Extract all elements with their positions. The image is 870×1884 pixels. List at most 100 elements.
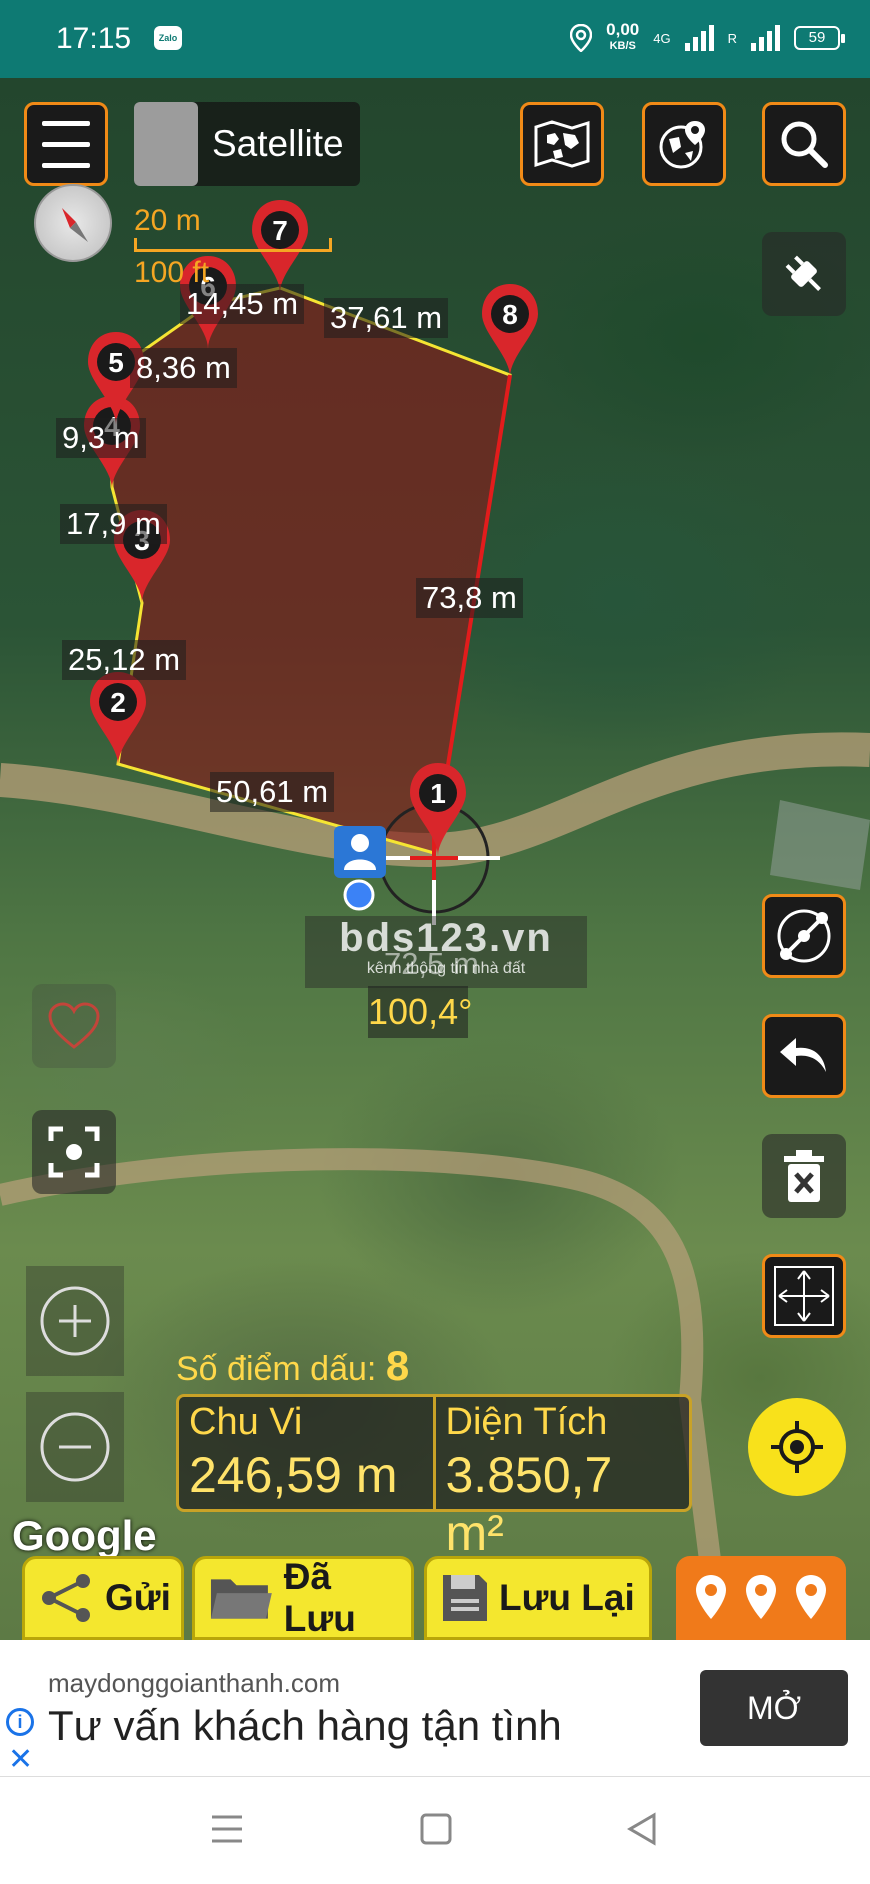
signal-icon: [684, 25, 714, 51]
focus-button[interactable]: [32, 1110, 116, 1194]
network-speed-value: 0,00: [606, 20, 640, 39]
folded-map-icon: [534, 120, 590, 168]
network-speed: 0,00 KB/S: [606, 20, 640, 54]
marker-5-label: 5: [108, 347, 124, 378]
point-count-value: 8: [385, 1342, 410, 1389]
save-label: Lưu Lại: [499, 1577, 635, 1618]
my-location-button[interactable]: [748, 1398, 846, 1496]
favorite-button[interactable]: [32, 984, 116, 1068]
save-button[interactable]: Lưu Lại: [424, 1556, 652, 1640]
system-nav-bar: [0, 1776, 870, 1884]
zoom-in-button[interactable]: [26, 1266, 124, 1376]
plug-icon: [785, 255, 821, 291]
segment-label-5-6: 8,36 m: [130, 348, 237, 388]
segment-label-3-4: 17,9 m: [60, 504, 167, 544]
roaming-indicator: R: [727, 30, 737, 46]
nav-icons: [212, 1812, 656, 1846]
scale-bar: [134, 238, 332, 252]
share-icon: [42, 1574, 90, 1622]
network-speed-unit: KB/S: [609, 40, 636, 52]
perimeter-value: 246,59 m: [189, 1447, 398, 1503]
markers-button[interactable]: [676, 1556, 846, 1640]
back-icon[interactable]: [627, 1812, 656, 1846]
ad-info-icon[interactable]: i: [6, 1708, 34, 1736]
menu-button[interactable]: [24, 102, 108, 186]
signal-icon-2: [751, 25, 780, 51]
ad-banner[interactable]: maydonggoianthanh.com Tư vấn khách hàng …: [0, 1640, 870, 1776]
saved-label: Đã Lưu: [283, 1556, 356, 1639]
status-bar: 17:15 Zalo 0,00 KB/S 4G R 59: [0, 0, 870, 78]
ad-close-icon[interactable]: ✕: [8, 1742, 33, 1777]
marker-8-label: 8: [502, 299, 518, 330]
share-button[interactable]: Gửi: [22, 1556, 184, 1640]
ad-open-button[interactable]: MỞ: [700, 1670, 848, 1746]
point-count-label: Số điểm dấu:: [176, 1350, 377, 1388]
scale-imperial: 100 ft: [134, 256, 210, 289]
compass[interactable]: [34, 184, 112, 262]
measurement-panel: Chu Vi 246,59 m Diện Tích 3.850,7 m²: [176, 1394, 692, 1561]
segment-label-7-8: 37,61 m: [324, 298, 449, 338]
perimeter-stat: Chu Vi 246,59 m: [179, 1397, 433, 1509]
polyline-icon: [777, 909, 831, 963]
undo-button[interactable]: [762, 1014, 846, 1098]
segment-label-2-3: 25,12 m: [62, 640, 187, 680]
home-icon[interactable]: [420, 1813, 452, 1845]
location-icon: [570, 24, 593, 52]
layer-thumbnail: [134, 102, 198, 186]
heart-icon: [48, 1002, 100, 1049]
battery-icon: 59: [794, 26, 845, 50]
location-search-button[interactable]: [642, 102, 726, 186]
area-label: Diện Tích: [445, 1401, 608, 1443]
zoom-out-button[interactable]: [26, 1392, 124, 1502]
marker-8[interactable]: 8: [482, 284, 538, 377]
globe-pin-icon: [659, 121, 705, 169]
map-pins-icon: [696, 1575, 826, 1619]
segment-label-1-2: 50,61 m: [210, 772, 335, 812]
point-count: Số điểm dấu: 8: [176, 1342, 409, 1390]
perimeter-label: Chu Vi: [189, 1401, 303, 1443]
area-stat: Diện Tích 3.850,7 m²: [432, 1397, 690, 1561]
map-layer-selector[interactable]: Satellite: [134, 102, 360, 186]
scale-metric: 20 m: [134, 204, 201, 237]
marker-2-label: 2: [110, 687, 126, 718]
angle-readout: 100,4°: [368, 986, 472, 1038]
share-label: Gửi: [105, 1577, 171, 1618]
plus-icon: [40, 1286, 110, 1356]
compass-needle-icon: [62, 208, 88, 242]
folder-icon: [210, 1579, 272, 1619]
delete-button[interactable]: [762, 1134, 846, 1218]
status-indicators: 0,00 KB/S 4G R 59: [570, 18, 845, 58]
hamburger-icon: [42, 113, 90, 176]
measure-mode-button[interactable]: [762, 894, 846, 978]
network-type: 4G: [653, 30, 671, 46]
status-time: 17:15: [56, 22, 132, 55]
recents-icon[interactable]: [212, 1815, 242, 1843]
segment-label-8-1: 73,8 m: [416, 578, 523, 618]
live-distance-label: 72,5 m: [384, 946, 479, 981]
ad-domain: maydonggoianthanh.com: [48, 1668, 340, 1698]
ad-headline: Tư vấn khách hàng tận tình: [48, 1702, 562, 1749]
fit-bounds-button[interactable]: [762, 1254, 846, 1338]
saved-button[interactable]: Đã Lưu: [192, 1556, 414, 1640]
current-location-dot: [343, 879, 375, 911]
target-icon: [771, 1421, 823, 1473]
gps-connect-button[interactable]: [762, 232, 846, 316]
map-view[interactable]: 1 2 3 4 5 6 7: [0, 78, 870, 1640]
minus-icon: [40, 1412, 110, 1482]
zalo-notification-icon: Zalo: [154, 26, 182, 50]
search-icon: [781, 121, 828, 168]
segment-label-6-7: 14,45 m: [180, 284, 305, 324]
map-scale: 20 m 100 ft: [134, 204, 332, 290]
undo-icon: [780, 1038, 826, 1072]
floppy-disk-icon: [443, 1575, 487, 1621]
map-type-button[interactable]: [520, 102, 604, 186]
map-layer-label: Satellite: [212, 123, 344, 164]
marker-1-label: 1: [430, 778, 446, 809]
action-bar: Gửi Đã Lưu Lưu Lại: [0, 1544, 870, 1640]
trash-icon: [784, 1150, 824, 1202]
focus-icon: [48, 1126, 100, 1178]
expand-arrows-icon: [774, 1266, 834, 1326]
building: [770, 800, 870, 890]
segment-label-4-5: 9,3 m: [56, 418, 146, 458]
search-button[interactable]: [762, 102, 846, 186]
